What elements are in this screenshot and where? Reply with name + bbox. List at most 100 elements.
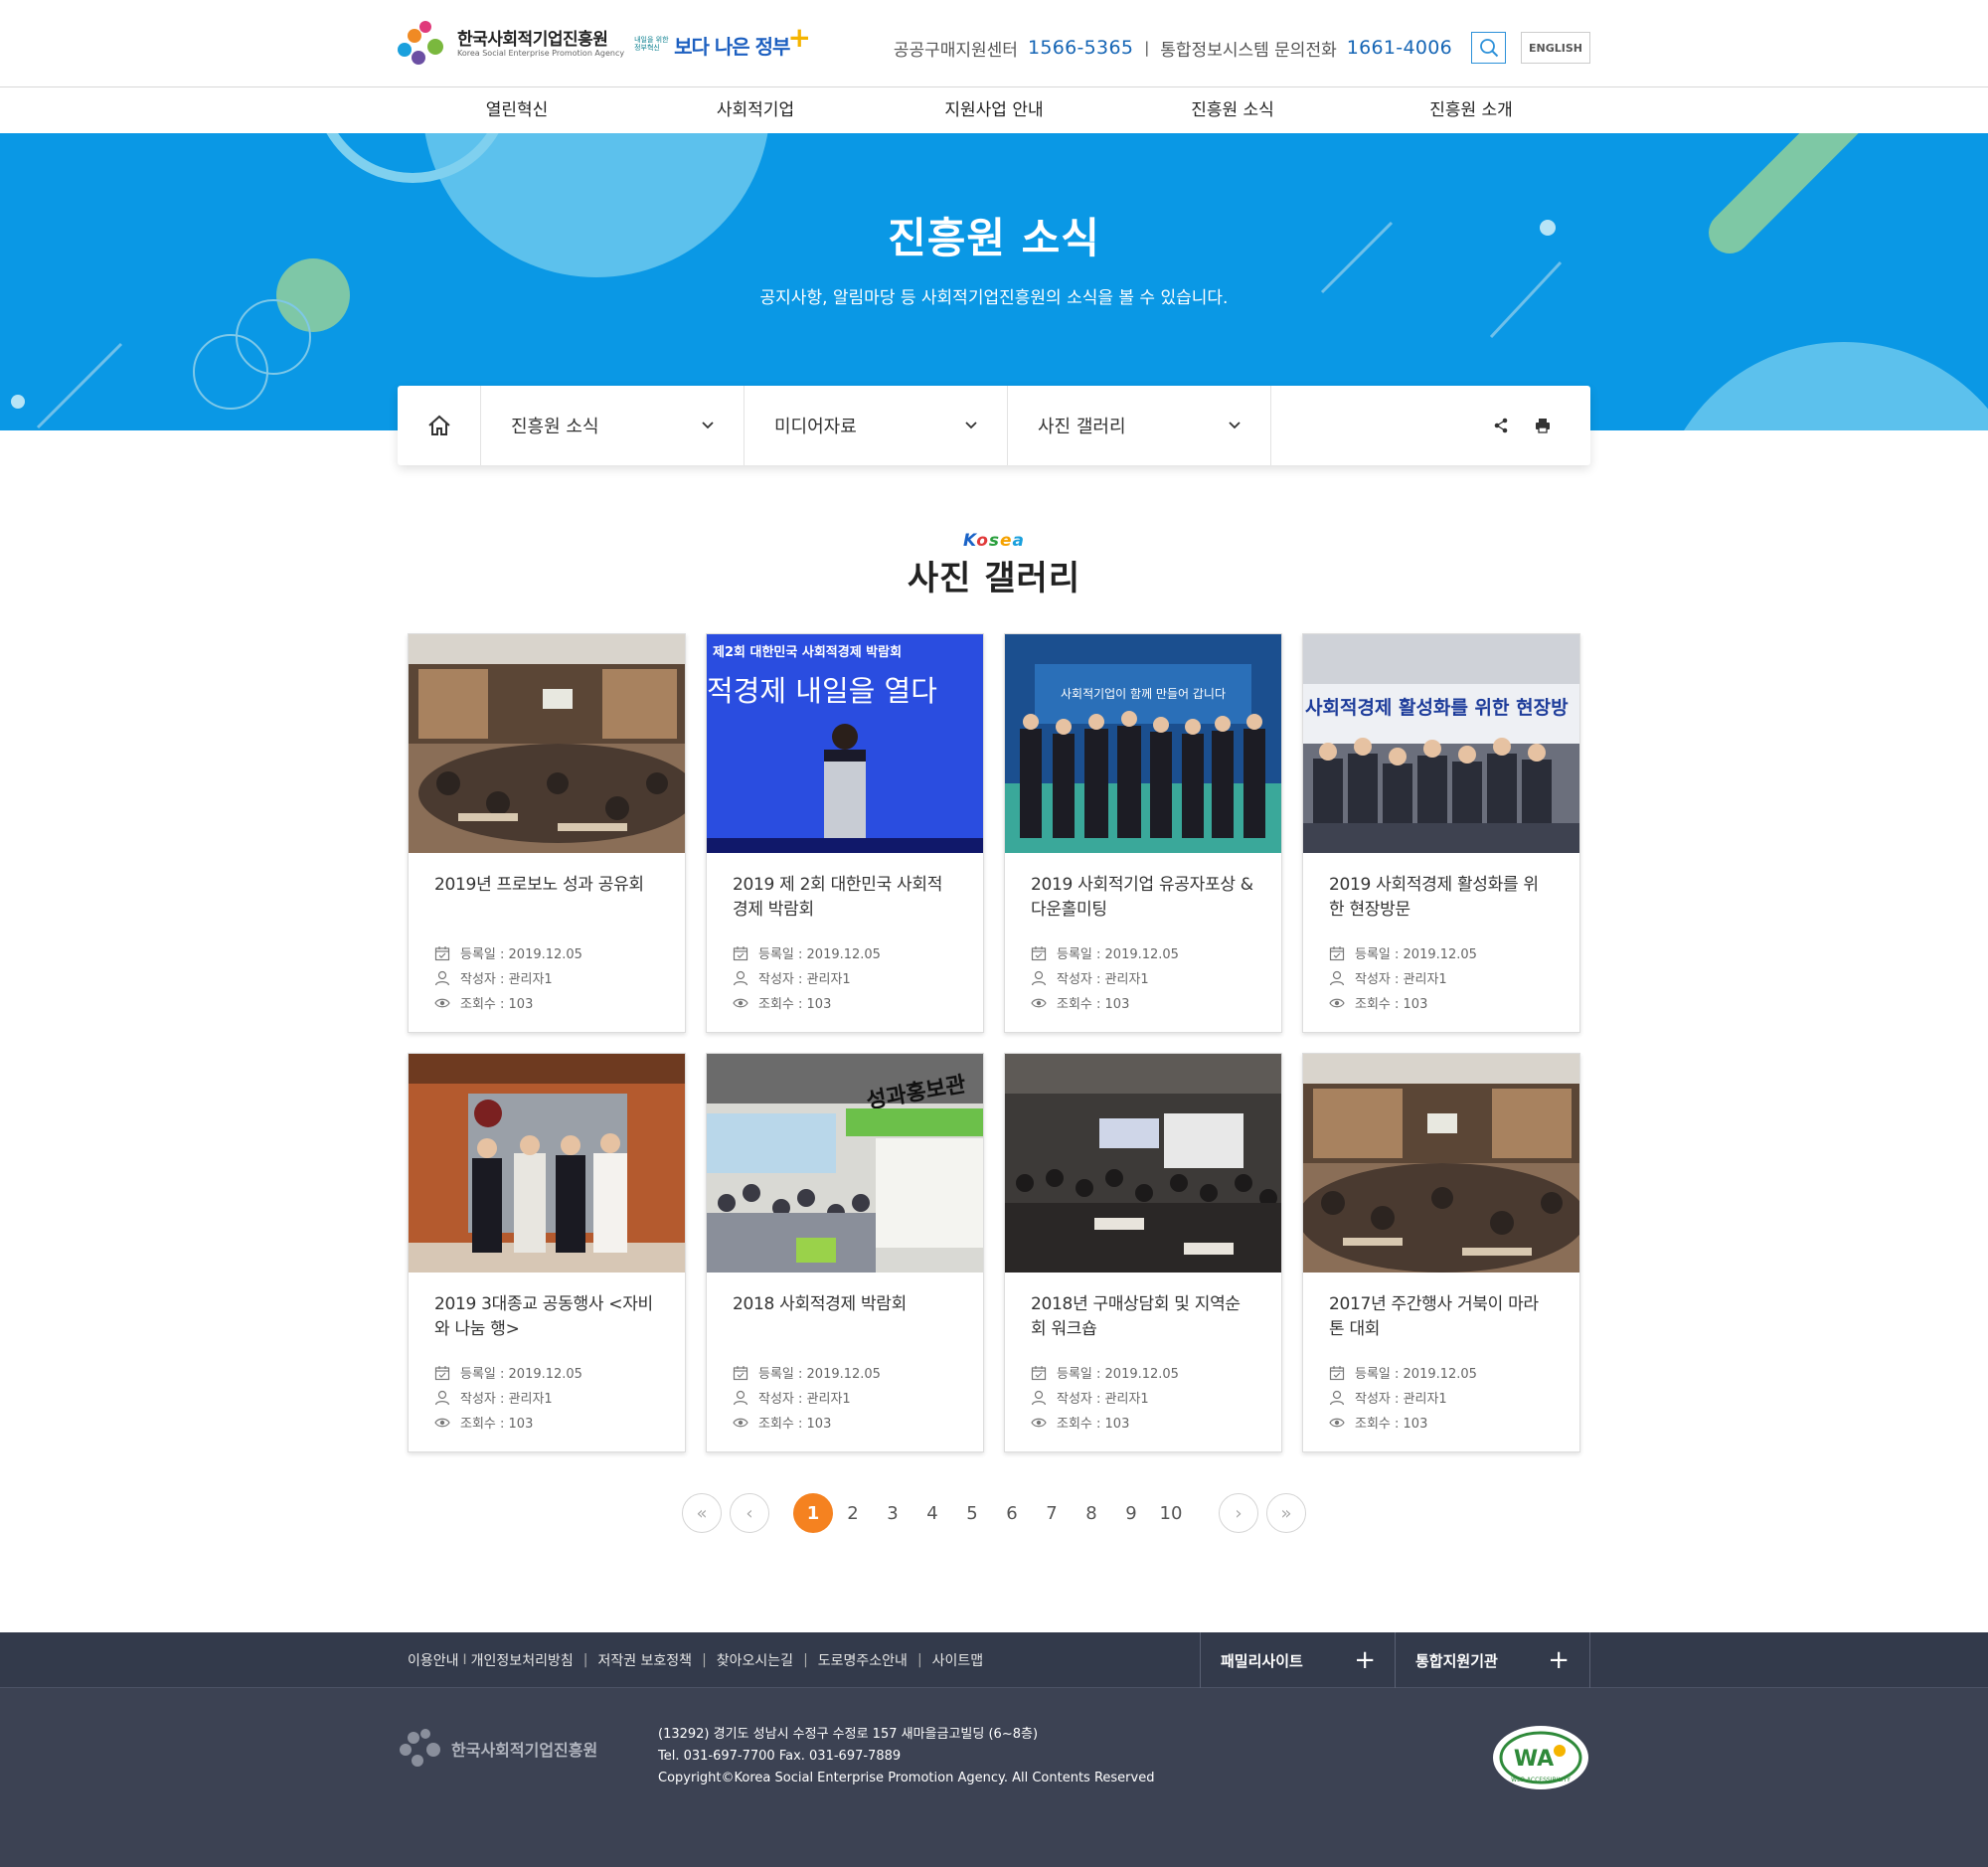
location-bar: 진흥원 소식 미디어자료 사진 갤러리 (398, 386, 1590, 465)
gallery-thumbnail[interactable] (409, 1054, 685, 1273)
gallery-thumbnail[interactable] (409, 634, 685, 853)
location-depth2-select[interactable]: 미디어자료 (745, 386, 1008, 465)
gallery-card-title[interactable]: 2018년 구매상담회 및 지역순회 워크숍 (1031, 1292, 1255, 1350)
location-depth3-label: 사진 갤러리 (1038, 417, 1126, 437)
gallery-card-views: 조회수 : 103 (733, 1410, 957, 1435)
next-page-button[interactable]: › (1219, 1493, 1258, 1533)
gallery-card[interactable]: 사회적경제 활성화를 위한 현장방 2019 사회적경제 활성화를 위한 현장방… (1302, 633, 1580, 1033)
page-number[interactable]: 9 (1111, 1493, 1151, 1533)
gallery-card[interactable]: 제2회 대한민국 사회적경제 박람회 적경제 내일을 열다 2019 제 2회 … (706, 633, 984, 1033)
page-number[interactable]: 4 (912, 1493, 952, 1533)
gallery-thumbnail[interactable] (1303, 1054, 1579, 1273)
org-logo[interactable]: 한국사회적기업진흥원 Korea Social Enterprise Promo… (398, 20, 811, 70)
gallery-card[interactable]: 2017년 주간행사 거북이 마라톤 대회 등록일 : 2019.12.05 작… (1302, 1053, 1580, 1452)
badge-text: WA (1514, 1747, 1554, 1772)
gallery-card[interactable]: 2018년 구매상담회 및 지역순회 워크숍 등록일 : 2019.12.05 … (1004, 1053, 1282, 1452)
location-depth3-select[interactable]: 사진 갤러리 (1008, 386, 1271, 465)
page-number[interactable]: 10 (1151, 1493, 1191, 1533)
footer-link-copyright[interactable]: 저작권 보호정책 (597, 1650, 692, 1670)
gallery-card[interactable]: 2019년 프로보노 성과 공유회 등록일 : 2019.12.05 작성자 :… (408, 633, 686, 1033)
contact1-number[interactable]: 1566-5365 (1028, 37, 1133, 59)
gallery-card-author: 작성자 : 관리자1 (733, 1385, 957, 1410)
gallery-card-views-text: 조회수 : 103 (1355, 997, 1428, 1012)
gallery-card[interactable]: 2019 3대종교 공동행사 <자비와 나눔 행> 등록일 : 2019.12.… (408, 1053, 686, 1452)
page-number[interactable]: 8 (1072, 1493, 1111, 1533)
gov-slogan-big: 보다 나은 정부 (674, 34, 790, 59)
gallery-thumbnail[interactable]: 사회적경제 활성화를 위한 현장방 (1303, 634, 1579, 853)
prev-page-button[interactable]: ‹ (730, 1493, 769, 1533)
gallery-card-date-text: 등록일 : 2019.12.05 (758, 947, 881, 962)
gallery-card-date: 등록일 : 2019.12.05 (434, 940, 659, 965)
gallery-card-title[interactable]: 2017년 주간행사 거북이 마라톤 대회 (1329, 1292, 1554, 1350)
plus-icon: + (1354, 1645, 1376, 1675)
gallery-card-author-text: 작성자 : 관리자1 (758, 1392, 851, 1407)
search-button[interactable] (1471, 32, 1506, 64)
page-number[interactable]: 2 (833, 1493, 873, 1533)
gnb-item-social-enterprise[interactable]: 사회적기업 (636, 87, 875, 133)
gallery-card-date-text: 등록일 : 2019.12.05 (460, 1367, 582, 1382)
gallery-card-title[interactable]: 2019 3대종교 공동행사 <자비와 나눔 행> (434, 1292, 659, 1350)
footer-bottom: 한국사회적기업진흥원 (13292) 경기도 성남시 수정구 수정로 157 새… (0, 1688, 1988, 1867)
gallery-card-date-text: 등록일 : 2019.12.05 (460, 947, 582, 962)
gnb-item-open-innovation[interactable]: 열린혁신 (398, 87, 636, 133)
gallery-card-date: 등록일 : 2019.12.05 (1329, 940, 1554, 965)
gnb-item-agency-intro[interactable]: 진흥원 소개 (1352, 87, 1590, 133)
calendar-icon (1031, 1365, 1047, 1380)
gallery-thumbnail[interactable]: 성과홍보관 (707, 1054, 983, 1273)
english-button[interactable]: ENGLISH (1521, 32, 1590, 64)
eye-icon (434, 1418, 450, 1427)
footer-link-usage[interactable]: 이용안내 (408, 1650, 459, 1670)
home-icon (427, 415, 450, 435)
gallery-card-title[interactable]: 2019 사회적기업 유공자포상 & 다운홀미팅 (1031, 873, 1255, 931)
footer-logo: 한국사회적기업진흥원 (398, 1728, 597, 1770)
page-heading: Kosea 사진 갤러리 (0, 531, 1988, 599)
calendar-icon (434, 1365, 450, 1380)
thumbnail-photo-workshop-hall (1005, 1054, 1281, 1273)
share-icon[interactable] (1493, 418, 1509, 433)
page-number[interactable]: 7 (1032, 1493, 1072, 1533)
contact1-label: 공공구매지원센터 (893, 40, 1018, 61)
gallery-card-views-text: 조회수 : 103 (758, 997, 832, 1012)
gallery-thumbnail[interactable]: 사회적기업이 함께 만들어 갑니다 (1005, 634, 1281, 853)
gallery-card-author-text: 작성자 : 관리자1 (1355, 1392, 1447, 1407)
plus-icon: + (1548, 1645, 1570, 1675)
gallery-card-date-text: 등록일 : 2019.12.05 (1355, 1367, 1477, 1382)
print-icon[interactable] (1535, 418, 1551, 433)
footer-logo-mark-icon (400, 1729, 440, 1767)
footer-link-road-address[interactable]: 도로명주소안내 (818, 1650, 908, 1670)
footer-link-sitemap[interactable]: 사이트맵 (932, 1650, 984, 1670)
home-button[interactable] (398, 386, 481, 465)
page-number[interactable]: 3 (873, 1493, 912, 1533)
gallery-card-title[interactable]: 2019 사회적경제 활성화를 위한 현장방문 (1329, 873, 1554, 931)
family-site-toggle[interactable]: 패밀리사이트 + (1200, 1632, 1396, 1688)
chevron-down-icon (702, 422, 714, 429)
gallery-thumbnail[interactable] (1005, 1054, 1281, 1273)
gallery-card-title[interactable]: 2019년 프로보노 성과 공유회 (434, 873, 659, 931)
page-number[interactable]: 6 (992, 1493, 1032, 1533)
gnb-item-support-programs[interactable]: 지원사업 안내 (875, 87, 1113, 133)
gnb-item-agency-news[interactable]: 진흥원 소식 (1113, 87, 1352, 133)
gallery-card-author-text: 작성자 : 관리자1 (1057, 972, 1149, 987)
gallery-card[interactable]: 성과홍보관 2018 사회적경제 박람회 등록일 : 2019.12.05 작성… (706, 1053, 984, 1452)
footer-link-privacy[interactable]: 개인정보처리방침 (471, 1650, 574, 1670)
gov-slogan-small: 내일을 위한 정부혁신 (634, 36, 669, 52)
contact2-number[interactable]: 1661-4006 (1347, 37, 1452, 59)
gallery-card-title[interactable]: 2019 제 2회 대한민국 사회적경제 박람회 (733, 873, 957, 931)
gallery-card-views: 조회수 : 103 (1031, 1410, 1255, 1435)
first-page-button[interactable]: « (682, 1493, 722, 1533)
contact2-label: 통합정보시스템 문의전화 (1160, 40, 1337, 61)
footer-address: (13292) 경기도 성남시 수정구 수정로 157 새마을금고빌딩 (6~8… (658, 1727, 1039, 1742)
page-title: 사진 갤러리 (907, 559, 1081, 598)
gallery-card-title[interactable]: 2018 사회적경제 박람회 (733, 1292, 957, 1350)
gallery-thumbnail[interactable]: 제2회 대한민국 사회적경제 박람회 적경제 내일을 열다 (707, 634, 983, 853)
gallery-card-date-text: 등록일 : 2019.12.05 (758, 1367, 881, 1382)
page-number-current[interactable]: 1 (793, 1493, 833, 1533)
gallery-card-date: 등록일 : 2019.12.05 (1031, 940, 1255, 965)
web-accessibility-badge[interactable]: WA WEB ACCESSIBILITY (1493, 1726, 1588, 1789)
support-org-toggle[interactable]: 통합지원기관 + (1395, 1632, 1590, 1688)
gallery-card[interactable]: 사회적기업이 함께 만들어 갑니다 2019 사회적기업 유공자포상 & 다운홀… (1004, 633, 1282, 1033)
footer-link-directions[interactable]: 찾아오시는길 (717, 1650, 793, 1670)
page-number[interactable]: 5 (952, 1493, 992, 1533)
last-page-button[interactable]: » (1266, 1493, 1306, 1533)
location-depth1-select[interactable]: 진흥원 소식 (481, 386, 745, 465)
